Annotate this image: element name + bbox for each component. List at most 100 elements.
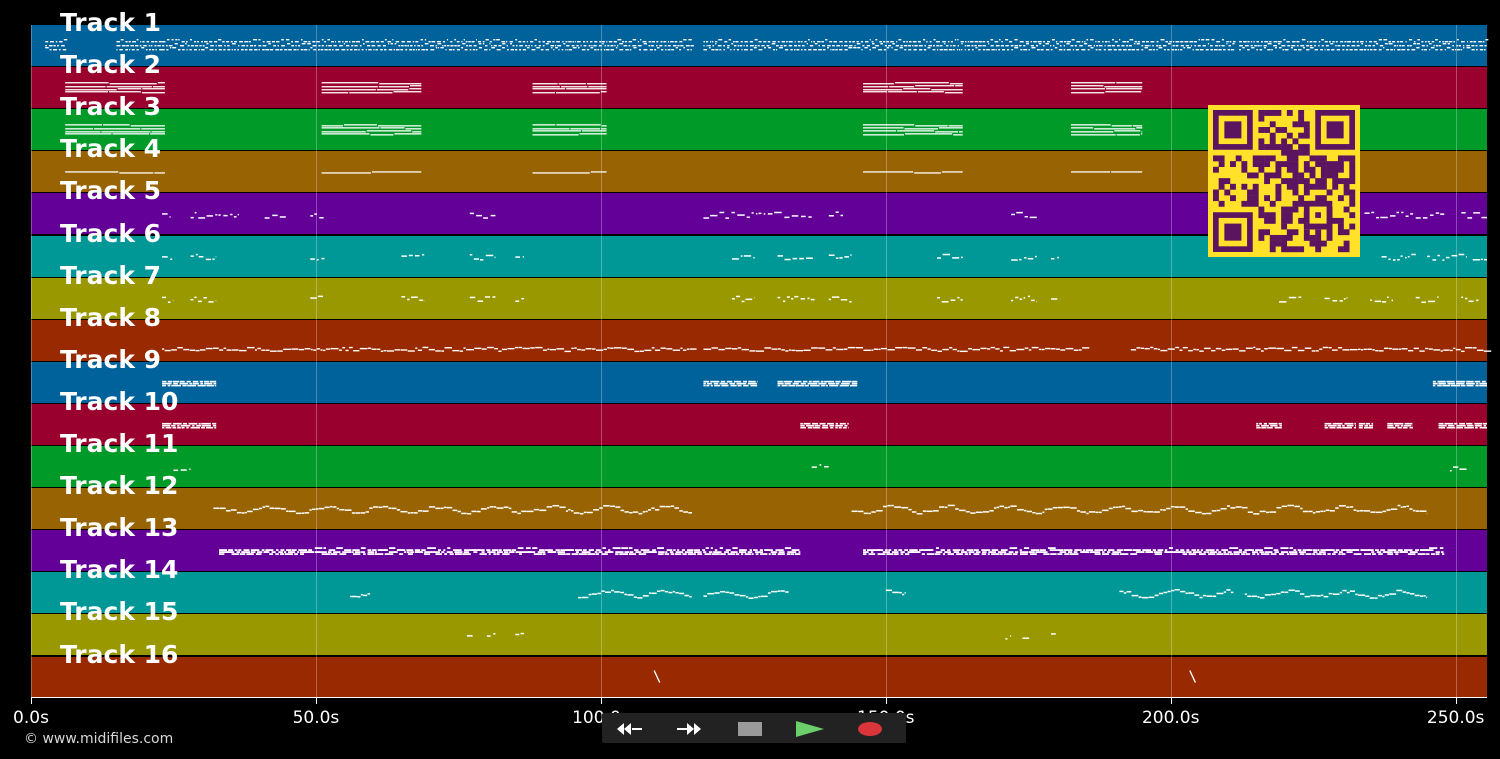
note [720,553,726,555]
note [1185,45,1190,47]
note [1158,47,1163,49]
note [709,47,711,49]
note [321,133,370,135]
note [965,41,967,43]
track-label-14: Track 14 [60,555,179,585]
record-icon [858,721,882,736]
note [654,509,660,511]
note [582,41,586,43]
note [545,43,549,45]
note [1404,422,1413,425]
note [1481,380,1486,383]
note [1360,349,1364,351]
note [1202,45,1206,47]
note [1228,45,1231,47]
copyright-watermark: © www.midifiles.com [24,731,174,747]
note [1321,39,1324,41]
note [1283,39,1286,41]
note [995,348,1000,350]
note [473,258,480,260]
note [726,380,733,383]
note [1363,510,1371,512]
note [134,45,139,47]
note [672,349,681,351]
note [521,297,524,300]
note [192,380,199,383]
rewind-button[interactable] [605,716,655,741]
note [952,348,957,351]
note [753,47,757,49]
note [1149,45,1151,47]
note [741,49,743,51]
note [262,49,265,51]
note [793,45,797,47]
note [1442,259,1445,261]
note [640,39,642,41]
note [1454,49,1457,51]
note [446,551,453,553]
fast-forward-button[interactable] [665,716,715,741]
note [1429,43,1432,45]
note [202,424,212,427]
note [300,39,303,41]
note [1230,49,1235,51]
note [1367,348,1372,350]
note [1364,424,1369,427]
note [387,41,392,43]
note [1387,549,1397,551]
note [808,216,812,218]
note [901,506,909,509]
note [473,45,477,47]
note [601,553,608,555]
note [1091,551,1094,553]
note [719,49,722,51]
note [1479,384,1487,387]
note [1446,426,1456,429]
qr-code-overlay[interactable] [1208,105,1360,257]
note [480,508,487,510]
note [1388,258,1391,261]
note [615,47,618,49]
note [1186,551,1192,553]
note [215,384,217,387]
play-button[interactable] [785,716,835,741]
note [1307,549,1313,551]
note [610,49,614,51]
record-button[interactable] [845,716,895,741]
note [777,384,781,387]
note [1259,551,1264,553]
note [829,41,833,43]
note [777,382,784,385]
note [730,384,737,387]
note [1338,505,1346,507]
note [679,592,685,595]
note [1430,47,1435,49]
note [802,45,805,47]
note [659,505,665,508]
note [622,347,627,349]
stop-button[interactable] [725,716,775,741]
note [688,39,692,41]
note [321,92,349,94]
note [1263,45,1267,47]
note [489,49,491,51]
note [117,88,142,90]
note [187,384,197,387]
note [637,41,639,43]
note-cluster [162,346,697,353]
note [628,41,633,43]
note [1475,45,1478,47]
note [141,47,145,49]
note [313,349,317,351]
note [281,45,285,47]
note [128,41,131,43]
note [822,45,826,47]
note-cluster [1461,212,1487,219]
note [725,217,730,219]
note [708,551,713,553]
note [1141,45,1144,47]
note [1445,256,1450,259]
note-cluster [162,380,217,387]
note [361,551,366,553]
note [1202,594,1207,597]
